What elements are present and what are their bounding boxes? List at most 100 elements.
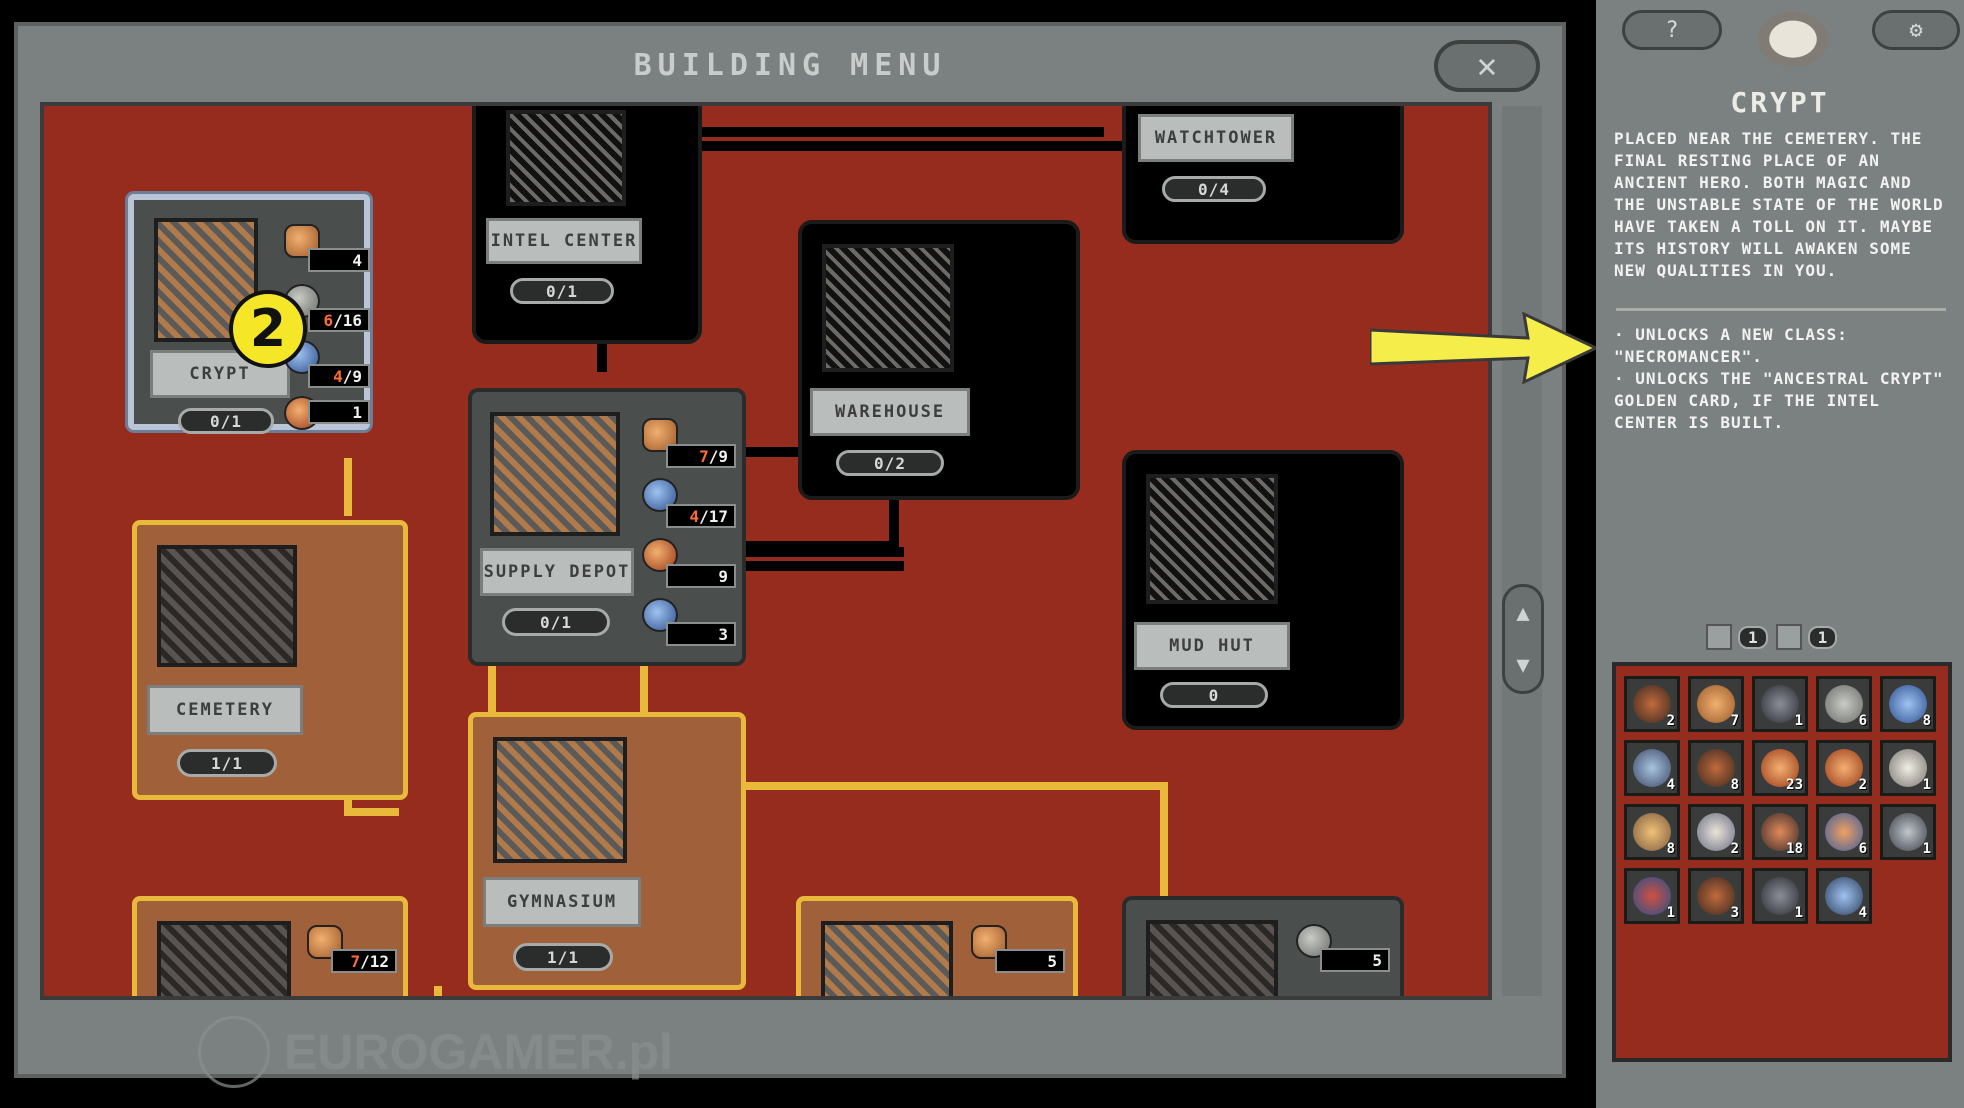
- building-card-watchtower[interactable]: WATCHTOWER 0/4: [1122, 106, 1404, 244]
- inventory-quantity: 2: [1666, 713, 1675, 729]
- supply-depot-art: [490, 412, 620, 536]
- inventory-slot[interactable]: 6: [1816, 676, 1872, 732]
- building-card-bottom-right[interactable]: 5: [1122, 896, 1404, 996]
- inventory-quantity: 1: [1794, 905, 1803, 921]
- inventory-slot[interactable]: 4: [1816, 868, 1872, 924]
- building-count-cemetery: 1/1: [177, 749, 277, 777]
- inventory-slot[interactable]: 2: [1688, 804, 1744, 860]
- branch-icon: [1633, 685, 1671, 723]
- building-card-supply-depot[interactable]: SUPPLY DEPOT 0/1 7/9 4/17 9 3: [468, 388, 746, 666]
- card-count: 1: [1807, 625, 1838, 649]
- branch-icon: [1697, 749, 1735, 787]
- building-card-bottom-left[interactable]: 7/12: [132, 896, 408, 996]
- resource-have: 7: [350, 951, 361, 971]
- inventory-slot[interactable]: 6: [1816, 804, 1872, 860]
- building-card-mud-hut[interactable]: MUD HUT 0: [1122, 450, 1404, 730]
- inventory-quantity: 8: [1922, 713, 1931, 729]
- crypt-resource-1: 4: [308, 248, 370, 272]
- building-name-supply-depot: SUPPLY DEPOT: [480, 548, 634, 596]
- building-card-warehouse[interactable]: WAREHOUSE 0/2: [798, 220, 1080, 500]
- inventory-slot[interactable]: 18: [1752, 804, 1808, 860]
- close-button[interactable]: ✕: [1434, 40, 1540, 92]
- wood-icon: [1697, 685, 1735, 723]
- resource-need: /17: [699, 506, 728, 526]
- crypt-resource-3: 4/9: [308, 364, 370, 388]
- scroll-control[interactable]: ▲ ▼: [1502, 584, 1544, 694]
- building-name-gymnasium: GYMNASIUM: [483, 877, 641, 927]
- inventory-slot[interactable]: 1: [1752, 676, 1808, 732]
- inventory-slot[interactable]: 7: [1688, 676, 1744, 732]
- inventory-slot[interactable]: 1: [1752, 868, 1808, 924]
- stone-icon: [1825, 685, 1863, 723]
- building-tree-canvas[interactable]: CRYPT 0/1 4 6/16 4/9 1 INTEL CENTER 0/1 …: [40, 102, 1492, 1000]
- skull-orb-icon: [1633, 749, 1671, 787]
- inventory-slot[interactable]: 8: [1688, 740, 1744, 796]
- supply-depot-resource-4: 3: [666, 622, 736, 646]
- scroll-icon: [1633, 813, 1671, 851]
- building-card-cemetery[interactable]: CEMETERY 1/1: [132, 520, 408, 800]
- orange-orb-icon: [1825, 749, 1863, 787]
- building-name-intel-center: INTEL CENTER: [486, 218, 642, 264]
- building-card-intel-center[interactable]: INTEL CENTER 0/1: [472, 106, 702, 344]
- building-card-bottom-middle[interactable]: 5: [796, 896, 1078, 996]
- inventory-slot[interactable]: 2: [1816, 740, 1872, 796]
- building-name-warehouse: WAREHOUSE: [810, 388, 970, 436]
- unlock-item: · UNLOCKS THE "ANCESTRAL CRYPT" GOLDEN C…: [1614, 369, 1944, 432]
- resource-have: 4: [689, 506, 700, 526]
- dark-orb-icon: [1761, 877, 1799, 915]
- inventory-slot[interactable]: 8: [1880, 676, 1936, 732]
- inventory-quantity: 2: [1730, 841, 1739, 857]
- watermark-text: EUROGAMER.pl: [284, 1024, 673, 1080]
- inventory-quantity: 4: [1666, 777, 1675, 793]
- building-count: 1: [1738, 625, 1768, 649]
- building-name-cemetery: CEMETERY: [147, 685, 303, 735]
- panel-title: CRYPT: [1730, 86, 1830, 119]
- inventory-slot[interactable]: 3: [1688, 868, 1744, 924]
- scroll-up-icon[interactable]: ▲: [1516, 601, 1529, 626]
- bottom-left-art: [157, 921, 291, 996]
- blue-orange-orb-icon: [1825, 813, 1863, 851]
- building-icon: [1706, 624, 1732, 650]
- window-title: BUILDING MENU: [633, 48, 947, 83]
- building-count-intel-center: 0/1: [510, 278, 614, 304]
- bottom-middle-resource: 5: [995, 949, 1065, 973]
- inventory-quantity: 3: [1730, 905, 1739, 921]
- inventory-slot[interactable]: 1: [1880, 804, 1936, 860]
- resource-have: 4: [333, 366, 343, 386]
- gear-icon: ⚙: [1909, 17, 1923, 43]
- inventory-quantity: 4: [1858, 905, 1867, 921]
- inventory-quantity: 2: [1858, 777, 1867, 793]
- hook-icon: [1825, 877, 1863, 915]
- resource-value: 4: [352, 250, 362, 270]
- scroll-down-icon[interactable]: ▼: [1516, 653, 1529, 678]
- inventory-quantity: 1: [1666, 905, 1675, 921]
- branch-icon: [1697, 877, 1735, 915]
- unlock-item: · UNLOCKS A NEW CLASS: "NECROMANCER".: [1614, 325, 1848, 366]
- settings-button[interactable]: ⚙: [1872, 10, 1960, 50]
- cemetery-art: [157, 545, 297, 667]
- crypt-resource-4: 1: [308, 400, 370, 424]
- resource-have: 7: [699, 446, 709, 466]
- warehouse-art: [822, 244, 954, 372]
- inventory-slot[interactable]: 4: [1624, 740, 1680, 796]
- inventory-counts: 1 1: [1706, 624, 1838, 650]
- bottom-left-resource: 7/12: [331, 949, 397, 973]
- card-icon: [1775, 624, 1802, 650]
- resource-have: 6: [323, 310, 334, 330]
- resource-inventory: 2 7 1 6 8 4 8 23 2 1 8 2 18 6 1 1 3 1 4: [1612, 662, 1952, 1062]
- building-card-gymnasium[interactable]: GYMNASIUM 1/1: [468, 712, 746, 990]
- building-count-supply-depot: 0/1: [502, 608, 610, 636]
- inventory-quantity: 7: [1730, 713, 1739, 729]
- help-button[interactable]: ?: [1622, 10, 1722, 50]
- supply-depot-resource-2: 4/17: [666, 504, 736, 528]
- inventory-slot[interactable]: 1: [1624, 868, 1680, 924]
- inventory-slot[interactable]: 1: [1880, 740, 1936, 796]
- inventory-slot[interactable]: 8: [1624, 804, 1680, 860]
- help-icon: ?: [1665, 17, 1679, 43]
- scroll-track[interactable]: [1502, 106, 1542, 996]
- inventory-slot[interactable]: 2: [1624, 676, 1680, 732]
- inventory-slot[interactable]: 23: [1752, 740, 1808, 796]
- supply-depot-resource-1: 7/9: [666, 444, 736, 468]
- divider: [1616, 308, 1946, 311]
- resource-need: /16: [333, 310, 362, 330]
